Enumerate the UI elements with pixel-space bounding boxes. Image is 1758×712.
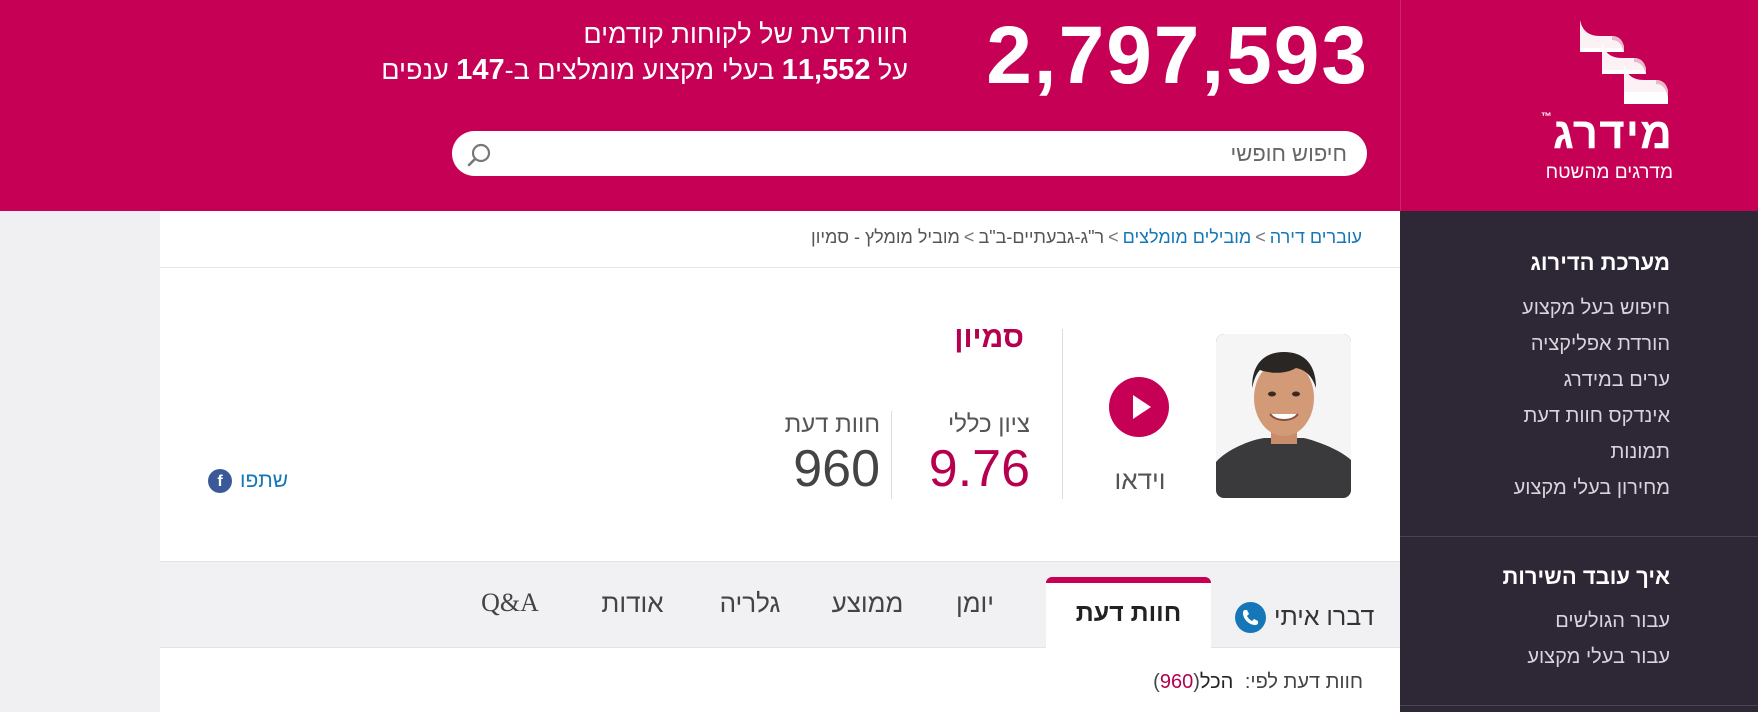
- top-header: 2,797,593 חוות דעת של לקוחות קודמים על 1…: [0, 0, 1758, 211]
- tab-average[interactable]: ממוצע: [825, 588, 910, 628]
- video-label[interactable]: וידאו: [1100, 465, 1180, 496]
- reviews-count-label: חוות דעת: [784, 411, 880, 438]
- tab-reviews[interactable]: חוות דעת: [1046, 577, 1211, 650]
- profile-tabs: דברו איתי חוות דעת יומן ממוצע גלריה אודו…: [160, 561, 1400, 650]
- sidebar-link-download-app[interactable]: הורדת אפליקציה: [1531, 333, 1670, 356]
- overall-score-label: ציון כללי: [948, 411, 1030, 438]
- share-label: שתפו: [240, 469, 289, 492]
- breadcrumb-separator: >: [1108, 227, 1119, 247]
- breadcrumb-divider: [160, 267, 1400, 268]
- filter-paren-open: (: [1193, 671, 1200, 693]
- categories-count: 147: [456, 54, 505, 86]
- tagline-line1: חוות דעת של לקוחות קודמים: [583, 19, 908, 49]
- tab-contact[interactable]: דברו איתי: [1235, 600, 1374, 634]
- search-bar[interactable]: [452, 131, 1367, 176]
- logo-panel[interactable]: ™מידרג מדרגים מהשטח: [1400, 0, 1758, 211]
- sidebar-link-find-pro[interactable]: חיפוש בעל מקצוע: [1522, 297, 1670, 320]
- sidebar-link-for-pros[interactable]: עבור בעלי מקצוע: [1527, 646, 1670, 669]
- sidebar-link-photos[interactable]: תמונות: [1610, 441, 1670, 464]
- tab-about[interactable]: אודות: [590, 588, 675, 628]
- total-reviews-counter: 2,797,593: [986, 10, 1369, 101]
- breadcrumb-item-moving[interactable]: עוברים דירה: [1270, 227, 1362, 247]
- pros-count: 11,552: [781, 54, 871, 86]
- tagline-line2: על 11,552 בעלי מקצוע מומלצים ב-147 ענפים: [350, 53, 908, 87]
- breadcrumb-item-current: מוביל מומלץ - סמיון: [811, 227, 960, 247]
- phone-icon: [1235, 601, 1266, 633]
- reviews-filter: חוות דעת לפי: הכל(960): [1153, 671, 1363, 694]
- filter-paren-close: ): [1153, 671, 1160, 693]
- brand-name-text: מידרג: [1552, 109, 1673, 158]
- main-content: עוברים דירה>מובילים מומלצים>ר"ג-גבעתיים-…: [160, 211, 1400, 712]
- reviews-count-value: 960: [793, 440, 880, 498]
- overall-score-value: 9.76: [928, 440, 1030, 498]
- breadcrumb: עוברים דירה>מובילים מומלצים>ר"ג-גבעתיים-…: [811, 227, 1362, 248]
- play-video-button[interactable]: [1109, 377, 1169, 437]
- play-icon: [1133, 395, 1151, 419]
- tagline-prefix: על: [877, 55, 908, 85]
- pro-name: סמיון: [954, 321, 1024, 354]
- breadcrumb-item-area: ר"ג-גבעתיים-ב"ב: [978, 227, 1105, 247]
- sidebar-divider: [1400, 705, 1758, 706]
- facebook-share-button[interactable]: f שתפו: [208, 468, 288, 494]
- sidebar-divider: [1400, 536, 1758, 537]
- brand-subtitle: מדרגים מהשטח: [1545, 162, 1673, 183]
- midrag-logo-icon: [1580, 20, 1668, 104]
- sidebar: מערכת הדירוג חיפוש בעל מקצוע הורדת אפליק…: [1400, 211, 1758, 712]
- tab-gallery[interactable]: גלריה: [705, 588, 795, 628]
- sidebar-section-title-rating-system: מערכת הדירוג: [1530, 250, 1670, 275]
- tagline-middle: בעלי מקצוע מומלצים ב-: [504, 55, 775, 85]
- filter-label: חוות דעת לפי:: [1244, 671, 1363, 693]
- profile-photo: [1216, 334, 1351, 498]
- tab-calendar[interactable]: יומן: [940, 588, 1010, 628]
- sidebar-link-cities[interactable]: ערים במידרג: [1564, 369, 1670, 392]
- sidebar-link-reviews-index[interactable]: אינדקס חוות דעת: [1523, 405, 1670, 428]
- search-icon[interactable]: [466, 141, 494, 169]
- breadcrumb-item-movers[interactable]: מובילים מומלצים: [1123, 227, 1252, 247]
- tab-contact-label: דברו איתי: [1274, 602, 1375, 631]
- brand-trademark: ™: [1540, 111, 1553, 123]
- sidebar-link-for-users[interactable]: עבור הגולשים: [1555, 610, 1670, 633]
- stats-divider: [891, 411, 892, 499]
- avatar: [1216, 334, 1351, 498]
- filter-count: 960: [1159, 671, 1194, 693]
- breadcrumb-separator: >: [1255, 227, 1266, 247]
- filter-all-option[interactable]: הכל: [1200, 671, 1233, 693]
- sidebar-section-title-how-it-works: איך עובד השירות: [1502, 564, 1670, 589]
- facebook-icon: f: [208, 469, 232, 493]
- tab-qa[interactable]: Q&A: [460, 588, 560, 628]
- breadcrumb-separator: >: [963, 227, 975, 247]
- sidebar-link-price-list[interactable]: מחירון בעלי מקצוע: [1514, 477, 1670, 500]
- brand-name: ™מידרג: [1539, 112, 1673, 156]
- search-input[interactable]: [512, 131, 1347, 176]
- tagline-suffix: ענפים: [381, 55, 449, 85]
- profile-divider: [1062, 329, 1063, 499]
